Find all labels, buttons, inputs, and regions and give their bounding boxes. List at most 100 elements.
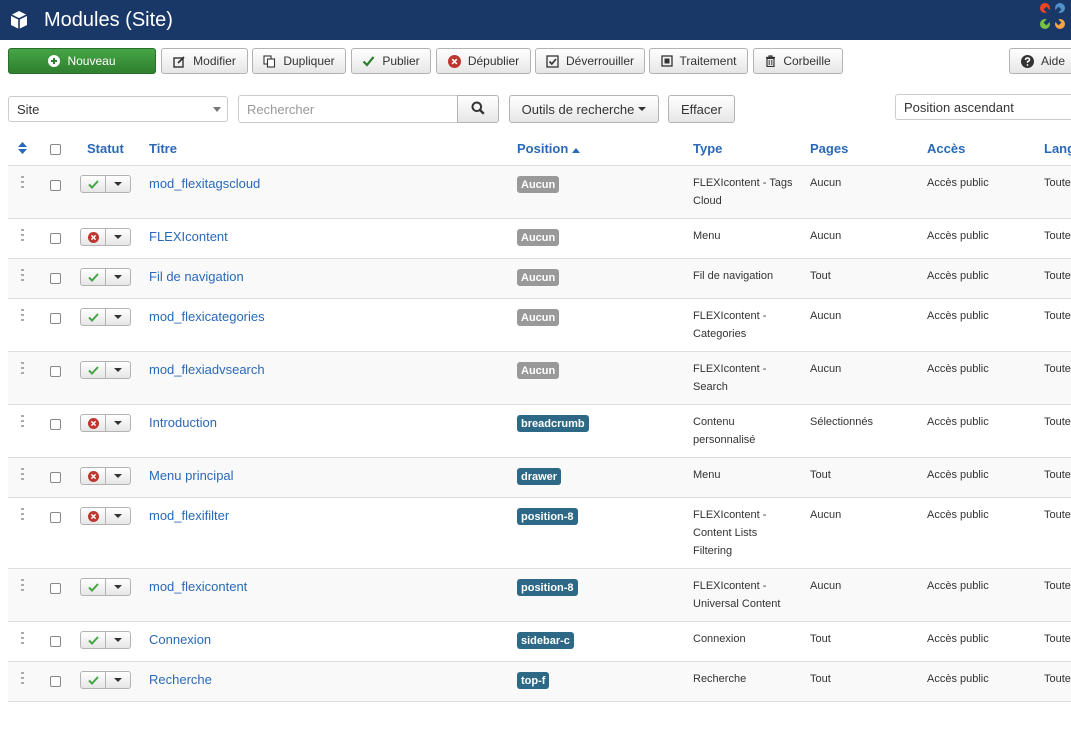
module-access: Accès public (927, 469, 989, 481)
published-check-icon[interactable] (81, 269, 106, 285)
published-check-icon[interactable] (81, 632, 106, 648)
drag-handle-icon[interactable] (21, 415, 25, 427)
select-all-checkbox[interactable] (50, 144, 61, 155)
row-checkbox[interactable] (50, 512, 61, 523)
module-title-link[interactable]: mod_flexitagscloud (149, 176, 260, 191)
clear-button[interactable]: Effacer (668, 95, 735, 123)
column-position[interactable]: Position (517, 141, 581, 156)
published-check-icon[interactable] (81, 579, 106, 595)
module-title-link[interactable]: mod_flexifilter (149, 508, 229, 523)
drag-handle-icon[interactable] (21, 176, 25, 188)
actions-dropdown-toggle[interactable] (106, 579, 130, 595)
actions-dropdown-toggle[interactable] (106, 632, 130, 648)
status-toggle[interactable] (80, 228, 131, 246)
status-toggle[interactable] (80, 467, 131, 485)
actions-dropdown-toggle[interactable] (106, 362, 130, 378)
new-button-label: Nouveau (67, 54, 116, 68)
row-checkbox[interactable] (50, 366, 61, 377)
module-title-link[interactable]: Menu principal (149, 468, 234, 483)
column-pages[interactable]: Pages (810, 141, 848, 156)
unpublished-times-icon[interactable] (81, 415, 106, 431)
drag-handle-icon[interactable] (21, 508, 25, 520)
row-checkbox[interactable] (50, 419, 61, 430)
column-status[interactable]: Statut (87, 141, 124, 156)
actions-dropdown-toggle[interactable] (106, 176, 130, 192)
module-language: Toute (1044, 270, 1071, 282)
row-checkbox[interactable] (50, 273, 61, 284)
unpublish-button[interactable]: Dépublier (436, 48, 531, 74)
position-badge: top-f (517, 672, 550, 689)
new-button[interactable]: Nouveau (8, 48, 156, 74)
module-title-link[interactable]: mod_flexiadvsearch (149, 362, 265, 377)
status-toggle[interactable] (80, 507, 131, 525)
row-checkbox[interactable] (50, 180, 61, 191)
row-checkbox[interactable] (50, 472, 61, 483)
unpublished-times-icon[interactable] (81, 468, 106, 484)
client-select[interactable]: Site (8, 96, 228, 122)
drag-handle-icon[interactable] (21, 269, 25, 281)
module-title-link[interactable]: Connexion (149, 632, 211, 647)
status-toggle[interactable] (80, 671, 131, 689)
caret-down-icon (114, 638, 122, 642)
published-check-icon[interactable] (81, 176, 106, 192)
row-checkbox[interactable] (50, 676, 61, 687)
actions-dropdown-toggle[interactable] (106, 269, 130, 285)
status-toggle[interactable] (80, 631, 131, 649)
status-toggle[interactable] (80, 578, 131, 596)
trash-button[interactable]: Corbeille (753, 48, 843, 74)
table-row: mod_flexicontent position-8 FLEXIcontent -… (8, 569, 1071, 622)
times-circle-icon (447, 54, 461, 68)
duplicate-button[interactable]: Dupliquer (252, 48, 346, 74)
unpublished-times-icon[interactable] (81, 229, 106, 245)
row-checkbox[interactable] (50, 233, 61, 244)
module-title-link[interactable]: Introduction (149, 415, 217, 430)
drag-handle-icon[interactable] (21, 579, 25, 591)
module-title-link[interactable]: Recherche (149, 672, 212, 687)
search-input[interactable] (238, 95, 458, 123)
drag-handle-icon[interactable] (21, 309, 25, 321)
ordering-select[interactable]: Position ascendant (895, 94, 1071, 120)
sort-icon[interactable] (18, 142, 27, 157)
actions-dropdown-toggle[interactable] (106, 415, 130, 431)
drag-handle-icon[interactable] (21, 468, 25, 480)
joomla-logo-icon[interactable] (1035, 0, 1071, 32)
status-toggle[interactable] (80, 414, 131, 432)
checkin-button[interactable]: Déverrouiller (535, 48, 645, 74)
drag-handle-icon[interactable] (21, 672, 25, 684)
row-checkbox[interactable] (50, 583, 61, 594)
column-type[interactable]: Type (693, 141, 722, 156)
search-button[interactable] (457, 95, 499, 123)
row-checkbox[interactable] (50, 313, 61, 324)
status-toggle[interactable] (80, 268, 131, 286)
publish-button[interactable]: Publier (351, 48, 431, 74)
row-checkbox[interactable] (50, 636, 61, 647)
module-title-link[interactable]: mod_flexicontent (149, 579, 247, 594)
column-access[interactable]: Accès (927, 141, 965, 156)
column-title[interactable]: Titre (149, 141, 177, 156)
module-title-link[interactable]: FLEXIcontent (149, 229, 228, 244)
drag-handle-icon[interactable] (21, 632, 25, 644)
edit-button[interactable]: Modifier (161, 48, 248, 74)
status-toggle[interactable] (80, 308, 131, 326)
published-check-icon[interactable] (81, 672, 106, 688)
actions-dropdown-toggle[interactable] (106, 508, 130, 524)
batch-button[interactable]: Traitement (649, 48, 748, 74)
module-pages: Aucun (810, 310, 842, 322)
status-toggle[interactable] (80, 361, 131, 379)
actions-dropdown-toggle[interactable] (106, 468, 130, 484)
actions-dropdown-toggle[interactable] (106, 672, 130, 688)
status-toggle[interactable] (80, 175, 131, 193)
module-title-link[interactable]: mod_flexicategories (149, 309, 265, 324)
column-language[interactable]: Lang (1044, 141, 1071, 156)
help-button[interactable]: Aide (1009, 48, 1071, 74)
published-check-icon[interactable] (81, 309, 106, 325)
drag-handle-icon[interactable] (21, 229, 25, 241)
drag-handle-icon[interactable] (21, 362, 25, 374)
actions-dropdown-toggle[interactable] (106, 229, 130, 245)
actions-dropdown-toggle[interactable] (106, 309, 130, 325)
search-tools-button[interactable]: Outils de recherche (509, 95, 659, 123)
module-title-link[interactable]: Fil de navigation (149, 269, 244, 284)
published-check-icon[interactable] (81, 362, 106, 378)
unpublished-times-icon[interactable] (81, 508, 106, 524)
publish-button-label: Publier (382, 54, 420, 68)
